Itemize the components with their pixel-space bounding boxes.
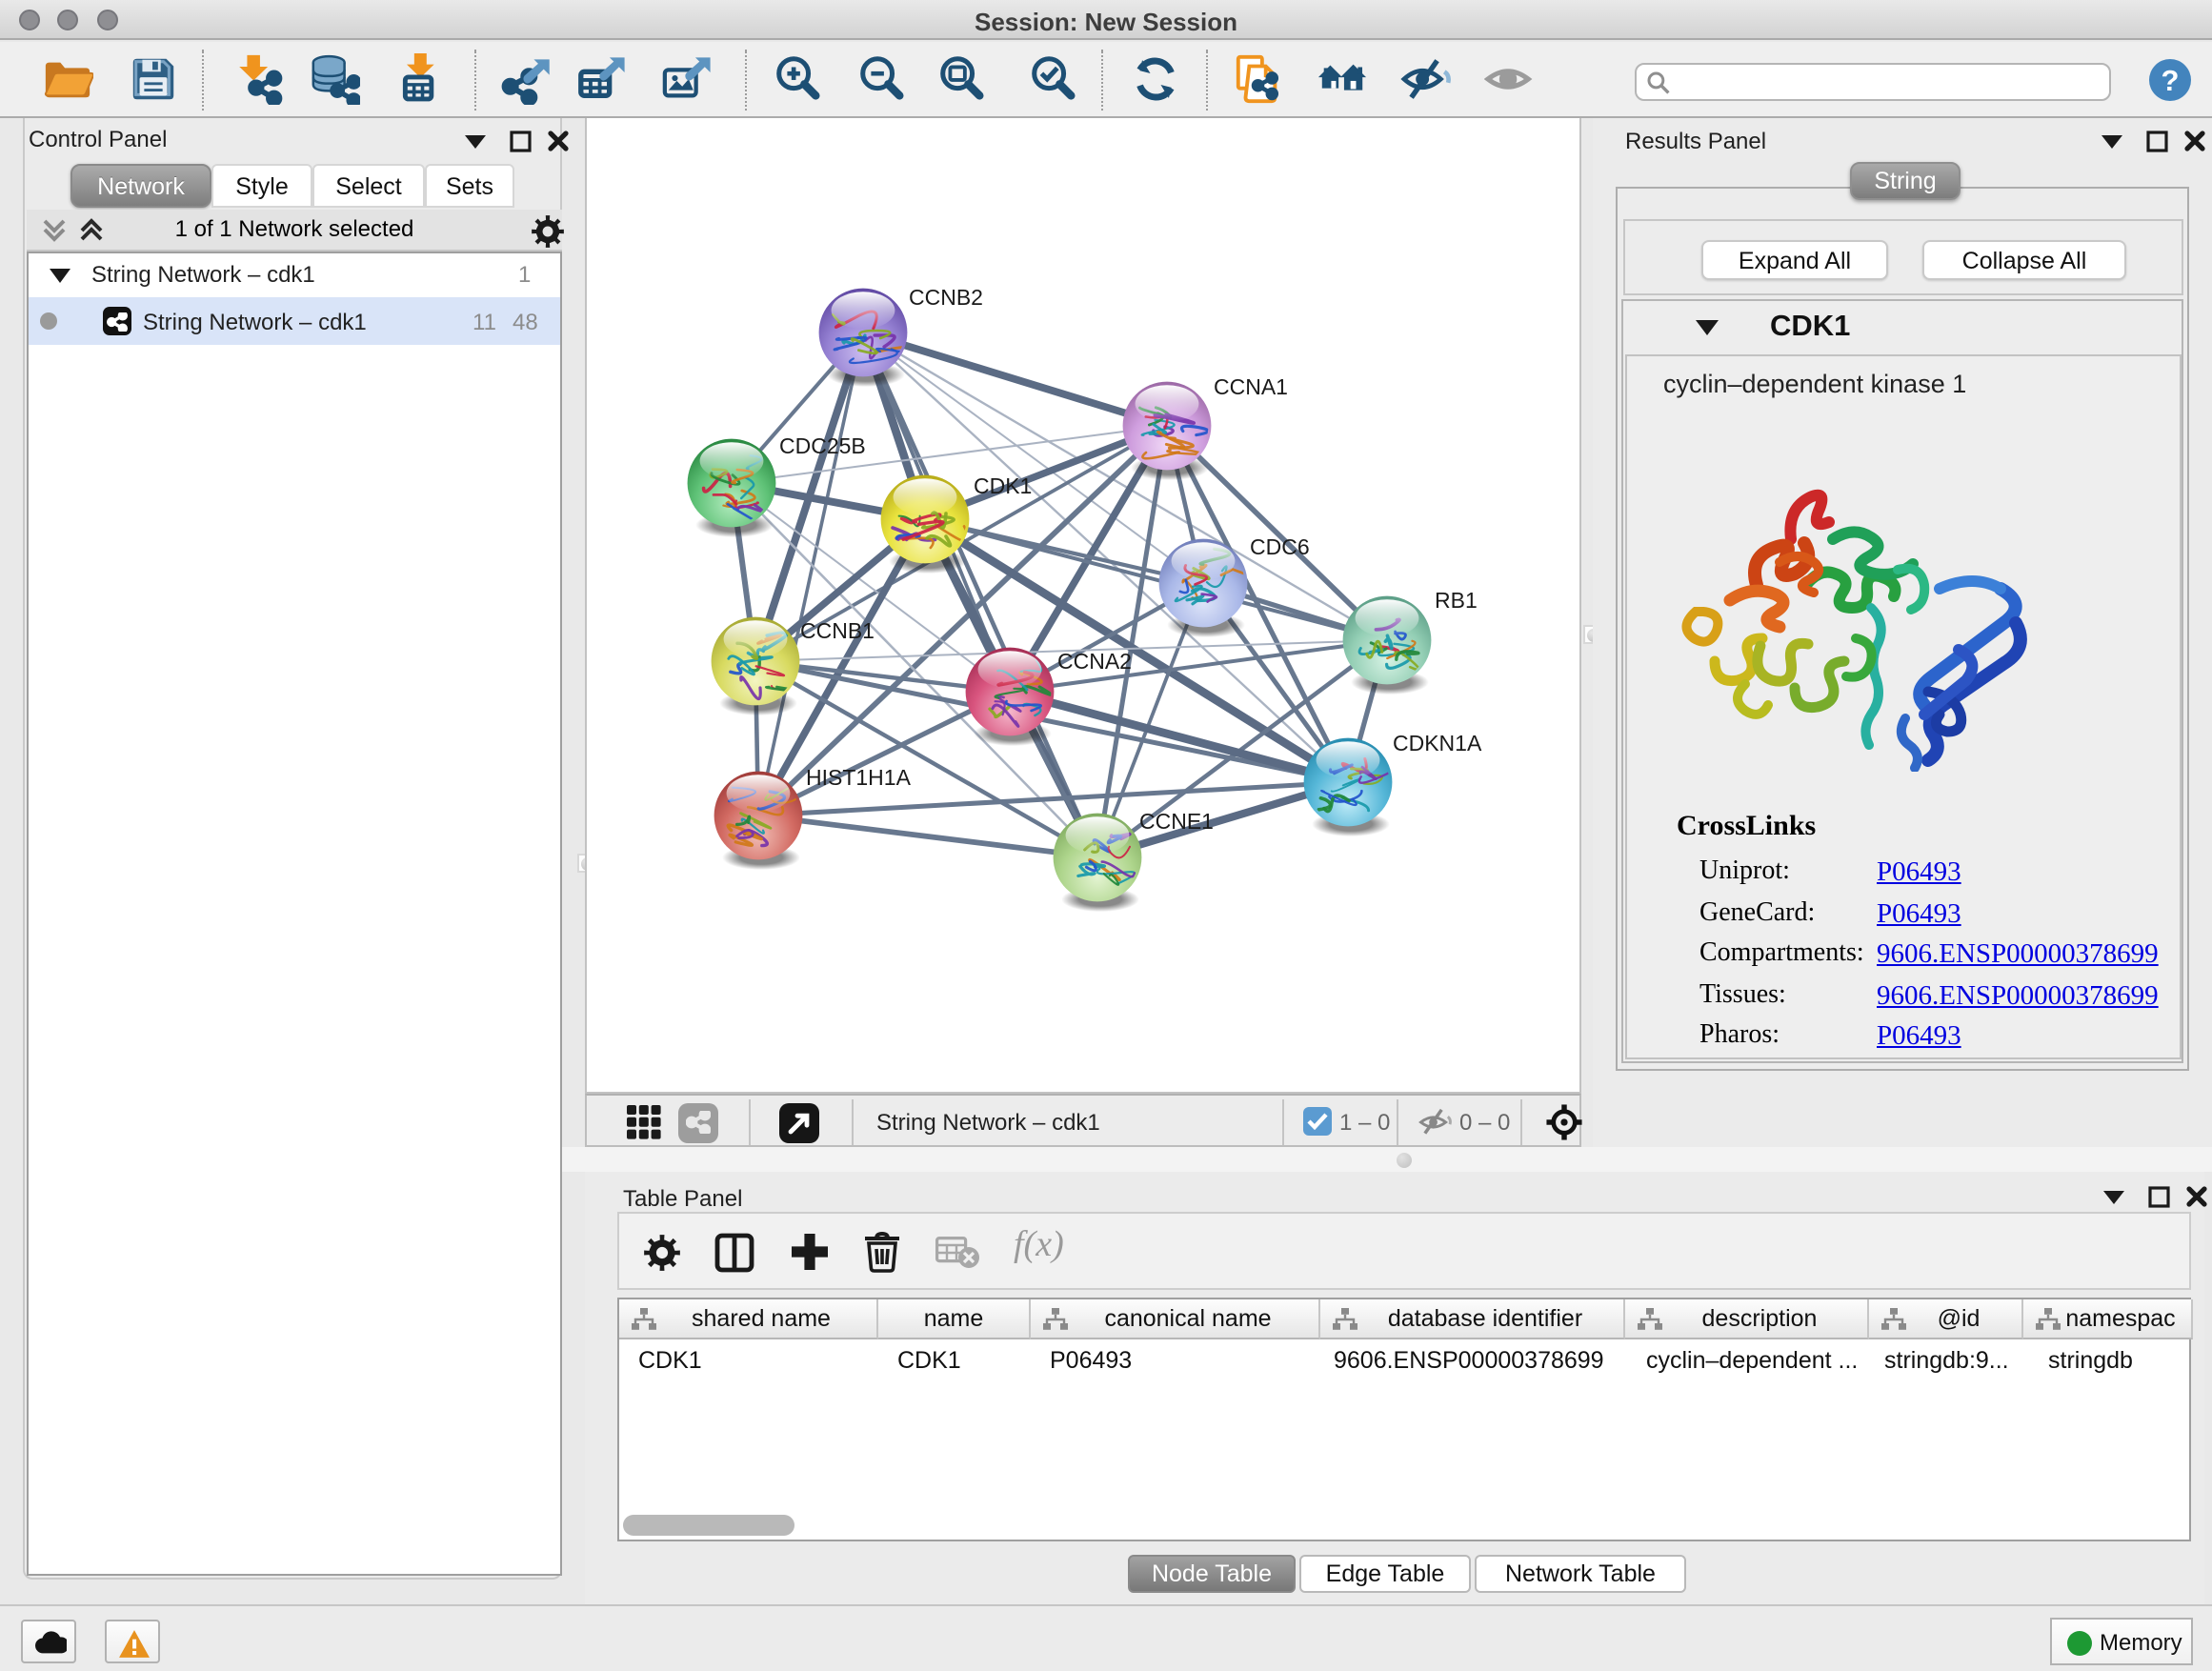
svg-text:?: ? (2162, 64, 2180, 97)
